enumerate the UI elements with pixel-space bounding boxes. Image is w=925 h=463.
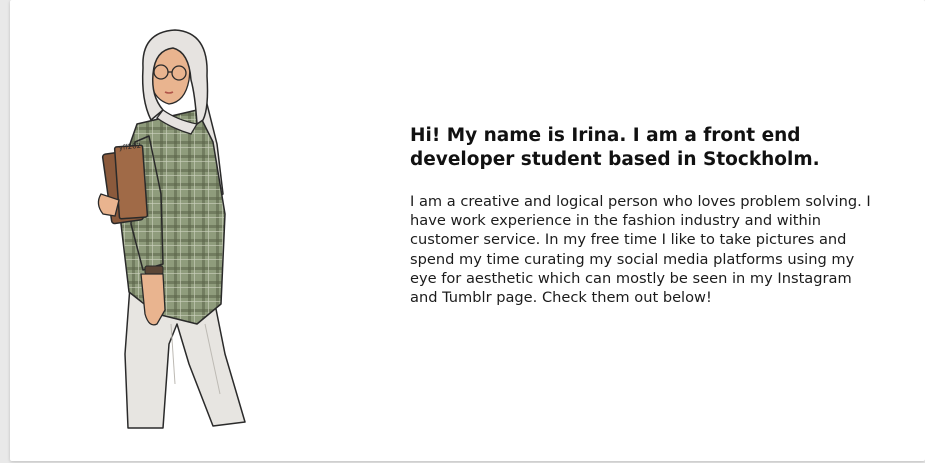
about-section: yff202 Hi! My name is Irina. I am a fron… [10,0,925,461]
intro-block: Hi! My name is Irina. I am a front end d… [410,124,880,307]
avatar-illustration: yff202 [85,24,275,434]
intro-heading: Hi! My name is Irina. I am a front end d… [410,125,820,170]
woman-illustration-icon: yff202 [97,29,246,429]
intro-bio: I am a creative and logical person who l… [410,193,871,307]
